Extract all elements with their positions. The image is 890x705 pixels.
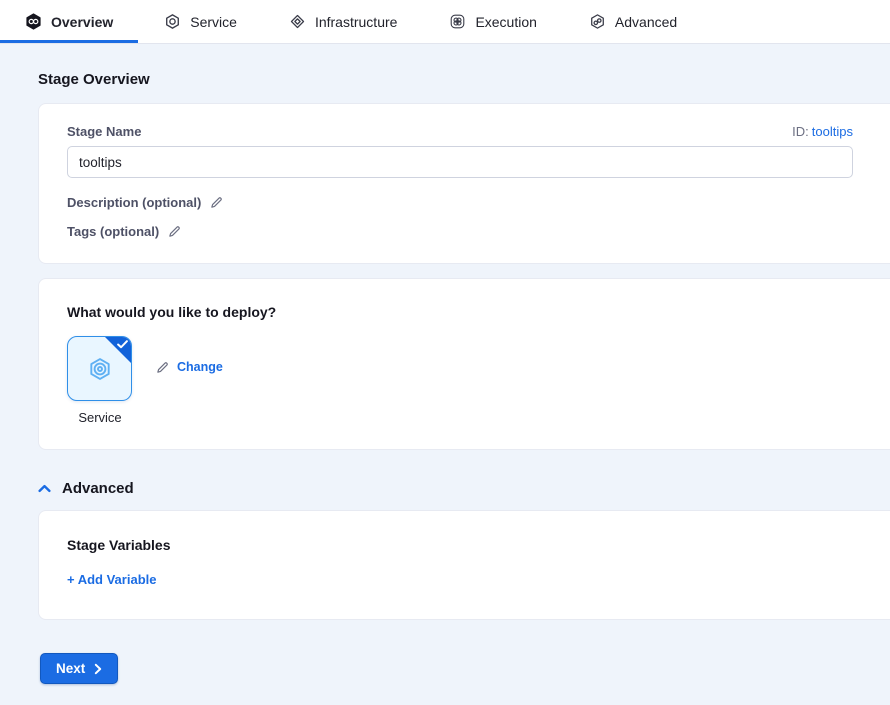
advanced-heading: Advanced (62, 480, 134, 497)
stage-config-screen: Overview Service Infrastructure Executio… (0, 0, 890, 705)
advanced-section-toggle[interactable]: Advanced (38, 480, 890, 497)
tab-overview[interactable]: Overview (0, 0, 138, 43)
edit-description-pencil-icon[interactable] (210, 196, 223, 209)
tab-infrastructure-label: Infrastructure (315, 14, 397, 30)
chevron-up-icon (38, 484, 51, 493)
stage-id-link[interactable]: tooltips (812, 124, 853, 139)
edit-tags-pencil-icon[interactable] (168, 225, 181, 238)
next-button-label: Next (56, 661, 85, 676)
execution-knot-icon (449, 13, 466, 30)
chevron-right-icon (94, 663, 102, 675)
deploy-type-caption: Service (67, 410, 133, 425)
stage-tabbar: Overview Service Infrastructure Executio… (0, 0, 890, 44)
check-icon (117, 340, 128, 349)
tab-advanced-label: Advanced (615, 14, 677, 30)
page-title: Stage Overview (38, 71, 890, 88)
id-label: ID: (792, 124, 809, 139)
stage-id: ID:tooltips (792, 124, 853, 139)
advanced-hexagon-icon (589, 13, 606, 30)
tab-infrastructure[interactable]: Infrastructure (263, 0, 423, 43)
deploy-type-service: Service (67, 336, 133, 425)
infrastructure-layers-icon (289, 13, 306, 30)
stage-overview-content: Stage Overview Stage Name ID:tooltips De… (0, 44, 890, 684)
tab-service[interactable]: Service (138, 0, 263, 43)
tags-row[interactable]: Tags (optional) (67, 224, 853, 239)
description-label: Description (optional) (67, 195, 201, 210)
change-pencil-icon (156, 361, 169, 374)
overview-badge-icon (25, 13, 42, 30)
tab-service-label: Service (190, 14, 237, 30)
tab-advanced[interactable]: Advanced (563, 0, 703, 43)
description-row[interactable]: Description (optional) (67, 195, 853, 210)
service-hexagon-icon (164, 13, 181, 30)
deploy-type-service-card[interactable] (67, 336, 132, 401)
deploy-card: What would you like to deploy? Service (38, 278, 890, 450)
stage-variables-heading: Stage Variables (67, 537, 853, 553)
stage-variables-card: Stage Variables + Add Variable (38, 510, 890, 620)
tags-label: Tags (optional) (67, 224, 159, 239)
change-deploy-type-link[interactable]: Change (156, 360, 223, 374)
tab-execution-label: Execution (475, 14, 536, 30)
stage-name-label: Stage Name (67, 124, 141, 139)
deploy-type-row: Service Change (67, 336, 853, 425)
deploy-question: What would you like to deploy? (67, 304, 853, 320)
tab-overview-label: Overview (51, 14, 113, 30)
add-variable-button[interactable]: + Add Variable (67, 572, 156, 587)
change-label: Change (177, 360, 223, 374)
stage-name-input[interactable] (67, 146, 853, 178)
tab-execution[interactable]: Execution (423, 0, 562, 43)
stage-name-row: Stage Name ID:tooltips (67, 124, 853, 139)
stage-overview-card: Stage Name ID:tooltips Description (opti… (38, 103, 890, 264)
next-button[interactable]: Next (40, 653, 118, 684)
